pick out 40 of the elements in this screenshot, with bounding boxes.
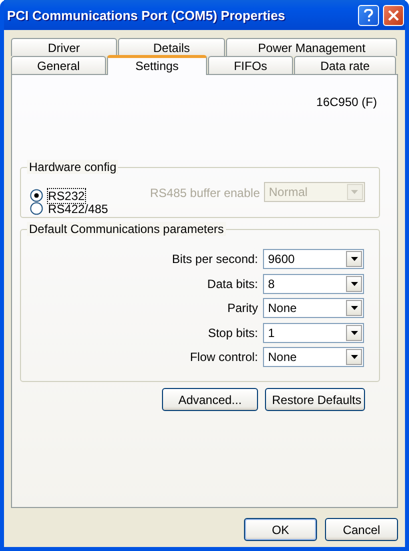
dropdown[interactable]: None bbox=[263, 298, 364, 318]
advanced-button[interactable]: Advanced... bbox=[162, 388, 258, 411]
dropdown[interactable]: 9600 bbox=[263, 249, 364, 269]
tab[interactable]: FIFOs bbox=[208, 56, 293, 74]
radio-button[interactable] bbox=[30, 189, 43, 202]
window-title: PCI Communications Port (COM5) Properties bbox=[7, 8, 286, 22]
tab[interactable]: Settings bbox=[107, 55, 207, 75]
radio-label[interactable]: RS232 bbox=[48, 188, 85, 202]
tab[interactable]: Driver bbox=[11, 38, 117, 56]
tab[interactable]: Details bbox=[118, 38, 226, 56]
dropdown-arrow-icon bbox=[351, 190, 358, 194]
field-label: Bits per second: bbox=[172, 252, 258, 266]
close-button[interactable] bbox=[383, 4, 404, 26]
dropdown-arrow-icon bbox=[350, 355, 358, 359]
help-button[interactable] bbox=[358, 4, 379, 26]
field-label: Flow control: bbox=[190, 350, 258, 364]
close-icon bbox=[388, 10, 399, 20]
dropdown-arrow-icon bbox=[350, 282, 358, 286]
field-label: Data bits: bbox=[207, 276, 258, 290]
help-icon bbox=[364, 8, 373, 22]
tab[interactable]: Power Management bbox=[226, 38, 397, 56]
dropdown[interactable]: 1 bbox=[263, 322, 364, 342]
field-label: Stop bits: bbox=[208, 326, 258, 340]
field-label: Parity bbox=[227, 301, 258, 315]
ok-button[interactable]: OK bbox=[244, 518, 317, 541]
device-type-label: 16C950 (F) bbox=[316, 95, 377, 109]
cancel-button[interactable]: Cancel bbox=[325, 518, 398, 541]
dropdown[interactable]: 8 bbox=[263, 274, 364, 294]
dropdown-arrow-icon bbox=[350, 306, 358, 310]
dropdown-arrow-icon bbox=[350, 257, 358, 261]
tab[interactable]: Data rate bbox=[294, 56, 396, 74]
radio-button[interactable] bbox=[30, 202, 43, 215]
radio-label[interactable]: RS422/485 bbox=[48, 202, 108, 216]
group-title: Default Communications parameters bbox=[27, 222, 226, 236]
dropdown[interactable]: None bbox=[263, 347, 364, 367]
tab[interactable]: General bbox=[11, 56, 106, 74]
field-label: RS485 buffer enable bbox=[150, 186, 260, 200]
dropdown-arrow-icon bbox=[350, 330, 358, 334]
restore-defaults-button[interactable]: Restore Defaults bbox=[265, 388, 365, 411]
group-title: Hardware config bbox=[27, 160, 118, 174]
